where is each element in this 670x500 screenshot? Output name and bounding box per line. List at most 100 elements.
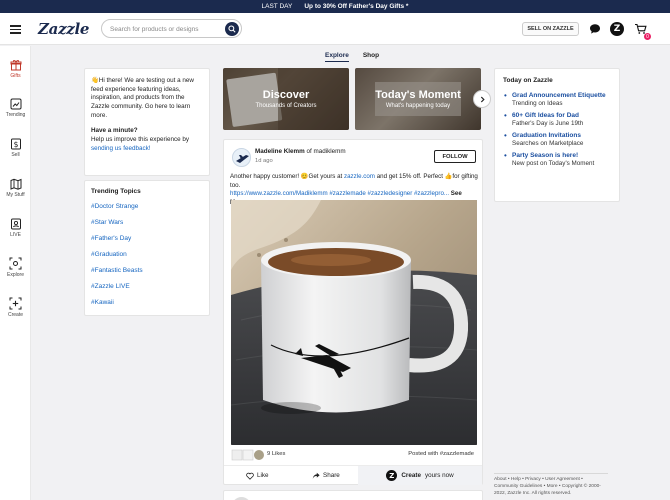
trending-topics-card: Trending Topics #Doctor Strange #Star Wa…: [84, 180, 210, 316]
caption-url[interactable]: https://www.zazzle.com/Madiklemm #zazzle…: [230, 190, 449, 197]
topic-link[interactable]: #Father's Day: [91, 235, 203, 251]
explore-icon: [9, 257, 22, 270]
mug-photo: [231, 200, 477, 445]
product-thumbnail-icons[interactable]: [231, 449, 265, 461]
heart-icon: [246, 472, 254, 480]
sidebar-item-explore[interactable]: Explore: [0, 257, 31, 287]
footer-links: About • Help • Privacy • User Agreement …: [494, 473, 608, 498]
wave-icon: 👋: [91, 77, 99, 84]
today-item-title[interactable]: 60+ Gift Ideas for Dad: [512, 112, 611, 119]
create-yours-now-button[interactable]: Z Create yours now: [358, 466, 482, 485]
footer-line: 2022, Zazzle Inc. All rights reserved.: [494, 490, 572, 496]
sidebar-item-label: Sell: [11, 152, 20, 158]
sidebar-item-trending[interactable]: Trending: [0, 97, 31, 127]
sidebar-item-my-stuff[interactable]: My Stuff: [0, 177, 31, 207]
create-icon: [9, 297, 22, 310]
plane-avatar-icon: [236, 155, 249, 163]
hero-todays-moment[interactable]: Today's Moment What's happening today: [355, 68, 481, 130]
footer-line[interactable]: About • Help • Privacy • User Agreement …: [494, 477, 608, 484]
feed-post: Madeline Klemm of madiklemm 1d ago FOLLO…: [223, 139, 483, 485]
today-item-subtitle: Trending on Ideas: [512, 100, 563, 107]
today-item-title[interactable]: Graduation Invitations: [512, 132, 611, 139]
left-sidebar: Gifts Trending $ Sell My Stuff LIVE Expl…: [0, 46, 31, 500]
tab-explore[interactable]: Explore: [325, 52, 349, 62]
caption-link[interactable]: zazzle.com: [344, 173, 375, 180]
promo-lead: LAST DAY: [261, 3, 293, 10]
tab-shop[interactable]: Shop: [363, 52, 379, 62]
sell-on-zazzle-button[interactable]: SELL ON ZAZZLE: [522, 22, 579, 36]
sidebar-item-label: LIVE: [10, 232, 21, 238]
today-item-title[interactable]: Party Season is here!: [512, 152, 611, 159]
share-button[interactable]: Share: [312, 469, 340, 482]
author-name[interactable]: Madeline Klemm: [255, 148, 305, 155]
sidebar-item-live[interactable]: LIVE: [0, 217, 31, 247]
hero-moment-subtitle: What's happening today: [385, 103, 451, 109]
feed-tabs: Explore Shop: [325, 52, 379, 62]
sidebar-item-create[interactable]: Create: [0, 297, 31, 327]
top-header: Zazzle SELL ON ZAZZLE Z 0: [0, 13, 670, 45]
cart-count-badge: 0: [644, 33, 651, 40]
posted-with-tag[interactable]: Posted with #zazzlemade: [408, 451, 474, 457]
svg-text:$: $: [13, 139, 18, 148]
sidebar-item-label: Create: [7, 312, 23, 318]
today-item-subtitle: Father's Day is June 19th: [512, 120, 584, 127]
likes-count[interactable]: 9 Likes: [267, 451, 285, 457]
sidebar-item-gifts[interactable]: Gifts: [0, 58, 31, 88]
chevron-right-icon: [480, 96, 485, 102]
cart-button[interactable]: 0: [632, 21, 651, 40]
post-photo[interactable]: [231, 200, 477, 445]
messages-icon[interactable]: [587, 21, 603, 37]
hero-moment-title: Today's Moment: [375, 89, 461, 101]
topic-link[interactable]: #Graduation: [91, 251, 203, 267]
topic-link[interactable]: #Kawaii: [91, 299, 203, 315]
live-icon: [9, 217, 22, 230]
today-item[interactable]: Graduation Invitations Searches on Marke…: [503, 131, 611, 147]
zazzle-z-icon: Z: [386, 470, 398, 481]
create-label-rest: yours now: [424, 472, 454, 479]
topic-link[interactable]: #Zazzle LIVE: [91, 283, 203, 299]
today-item[interactable]: Grad Announcement Etiquette Trending on …: [503, 91, 611, 107]
welcome-card: 👋Hi there! We are testing out a new feed…: [84, 68, 210, 176]
feedback-link[interactable]: sending us feedback!: [91, 145, 151, 152]
hero-discover[interactable]: Discover Thousands of Creators: [223, 68, 349, 130]
hero-next-button[interactable]: [473, 90, 491, 108]
post-stats-row: 9 Likes Posted with #zazzlemade: [231, 449, 477, 461]
today-item[interactable]: Party Season is here! New post on Today'…: [503, 151, 611, 167]
footer-line[interactable]: Community Guidelines • More • Copyright …: [494, 484, 608, 491]
hero-discover-title: Discover: [262, 89, 310, 101]
map-icon: [9, 177, 22, 190]
today-item-title[interactable]: Grad Announcement Etiquette: [512, 92, 611, 99]
sidebar-item-label: Trending: [5, 112, 26, 118]
like-label: Like: [257, 472, 269, 479]
today-item[interactable]: 60+ Gift Ideas for Dad Father's Day is J…: [503, 111, 611, 127]
share-icon: [312, 472, 320, 479]
author-line: Madeline Klemm of madiklemm: [255, 148, 346, 155]
sidebar-item-sell[interactable]: $ Sell: [0, 137, 31, 167]
search-input[interactable]: [110, 24, 220, 34]
gift-icon: [9, 58, 22, 71]
post-time: 1d ago: [255, 158, 273, 164]
zazzle-logo[interactable]: Zazzle: [38, 20, 89, 38]
author-handle[interactable]: madiklemm: [313, 148, 345, 155]
post-actions: Like Share Z Create yours now: [224, 465, 482, 485]
caption-text: Another happy customer! 😊Get yours at: [230, 173, 343, 180]
follow-button[interactable]: FOLLOW: [434, 150, 476, 163]
like-button[interactable]: Like: [246, 469, 269, 482]
hamburger-menu-icon[interactable]: [10, 25, 21, 34]
promo-banner[interactable]: LAST DAY Up to 30% Off Father's Day Gift…: [0, 0, 670, 13]
welcome-intro: Hi there! We are testing out a new feed …: [91, 77, 194, 119]
account-avatar[interactable]: Z: [609, 21, 625, 37]
trending-icon: [9, 97, 22, 110]
sidebar-item-label: Gifts: [10, 73, 21, 79]
author-avatar[interactable]: [232, 148, 251, 167]
search-button[interactable]: [225, 22, 239, 36]
zazzle-z-icon: Z: [610, 22, 624, 36]
topic-link[interactable]: #Star Wars: [91, 219, 203, 235]
topic-link[interactable]: #Doctor Strange: [91, 203, 203, 219]
welcome-question-title: Have a minute?: [91, 127, 138, 135]
promo-offer[interactable]: Up to 30% Off Father's Day Gifts *: [304, 3, 408, 10]
search-icon: [228, 25, 236, 33]
dollar-icon: $: [9, 137, 22, 150]
feed-post-next: [223, 490, 483, 500]
topic-link[interactable]: #Fantastic Beasts: [91, 267, 203, 283]
